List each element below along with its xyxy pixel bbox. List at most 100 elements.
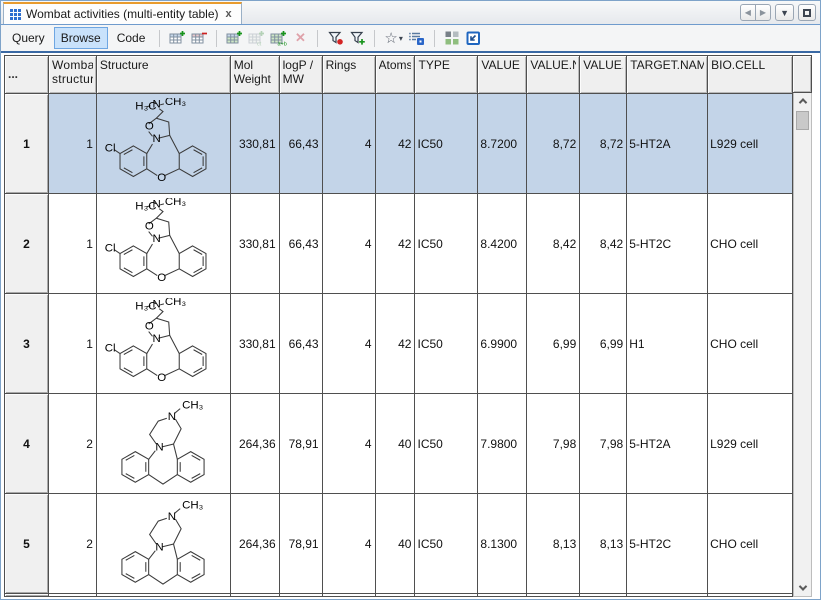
cell-logp-mw[interactable]: 78,91 [280, 394, 323, 494]
column-header-wombat-structures[interactable]: Wombat structures [49, 56, 97, 94]
cell-structure[interactable] [97, 94, 231, 194]
cell-mol-weight[interactable]: 330,81 [231, 194, 280, 294]
scrollbar-track[interactable] [793, 93, 812, 597]
cell-value-n[interactable]: 8,13 [527, 494, 580, 594]
scroll-tabs-left-icon[interactable]: ◀ [740, 4, 756, 21]
widgets-icon[interactable] [442, 28, 462, 48]
column-menu-button[interactable]: ... [5, 56, 49, 94]
cell-type[interactable]: IC50 [415, 394, 478, 494]
cell-value[interactable]: 7.9800 [478, 394, 527, 494]
row-header[interactable]: 3 [5, 294, 49, 394]
cell-rings[interactable]: 4 [323, 194, 376, 294]
cell-target-nam[interactable]: H1 [627, 294, 708, 394]
column-header-type[interactable]: TYPE [415, 56, 478, 94]
cell-target-nam[interactable]: 5-HT2C [627, 194, 708, 294]
cell-mol-weight[interactable]: 264,36 [231, 494, 280, 594]
cell-value-n[interactable]: 7,98 [527, 394, 580, 494]
cell-logp-mw[interactable]: 66,43 [280, 294, 323, 394]
cell-wombat-structures[interactable]: 1 [49, 294, 97, 394]
tab-list-dropdown-icon[interactable]: ▼ [775, 4, 794, 21]
column-header-value-n[interactable]: VALUE.N [527, 56, 580, 94]
column-header-atoms[interactable]: Atoms [376, 56, 416, 94]
insert-row-icon[interactable] [167, 28, 187, 48]
column-header-rings[interactable]: Rings [323, 56, 376, 94]
cell-bio-cell[interactable]: L929 cell [708, 94, 793, 194]
cell-target-nam[interactable]: 5-HT2C [627, 494, 708, 594]
cell-structure[interactable] [97, 394, 231, 494]
maximize-icon[interactable] [798, 4, 816, 21]
column-header-target-nam[interactable]: TARGET.NAM [627, 56, 708, 94]
browse-button[interactable]: Browse [54, 27, 108, 49]
column-header-value-2[interactable]: VALUE. [580, 56, 627, 94]
cell-atoms[interactable]: 42 [376, 294, 416, 394]
row-header[interactable]: 4 [5, 394, 49, 494]
export-icon[interactable] [464, 28, 484, 48]
cell-logp-mw[interactable]: 66,43 [280, 194, 323, 294]
cell-rings[interactable]: 4 [323, 294, 376, 394]
insert-detail-row-icon[interactable] [224, 28, 244, 48]
cell-bio-cell[interactable]: CHO cell [708, 494, 793, 594]
filter-red-dot-icon[interactable] [325, 28, 345, 48]
cell-value[interactable]: 8.1300 [478, 494, 527, 594]
cell-wombat-structures[interactable]: 1 [49, 194, 97, 294]
column-header-structure[interactable]: Structure [97, 56, 231, 94]
cell-mol-weight[interactable]: 264,36 [231, 394, 280, 494]
cell-mol-weight[interactable]: 330,81 [231, 294, 280, 394]
cell-atoms[interactable]: 42 [376, 194, 416, 294]
code-button[interactable]: Code [110, 27, 153, 49]
cell-atoms[interactable]: 40 [376, 494, 416, 594]
cell-bio-cell[interactable]: CHO cell [708, 294, 793, 394]
cell-value-2[interactable]: 7,98 [580, 394, 627, 494]
cell-type[interactable]: IC50 [415, 294, 478, 394]
cell-target-nam[interactable]: 5-HT2A [627, 94, 708, 194]
cell-atoms[interactable]: 40 [376, 394, 416, 494]
cell-bio-cell[interactable]: L929 cell [708, 394, 793, 494]
favorites-star-icon[interactable]: ☆▾ [382, 28, 404, 48]
cell-value-2[interactable]: 8,72 [580, 94, 627, 194]
scroll-down-icon[interactable] [794, 580, 811, 596]
tab-wombat-activities[interactable]: Wombat activities (multi-entity table) x [3, 2, 242, 24]
cell-type[interactable]: IC50 [415, 494, 478, 594]
list-save-icon[interactable] [407, 28, 427, 48]
cell-structure[interactable] [97, 194, 231, 294]
filter-add-icon[interactable] [347, 28, 367, 48]
scrollbar-thumb[interactable] [796, 111, 809, 130]
cell-atoms[interactable]: 42 [376, 94, 416, 194]
cell-bio-cell[interactable]: CHO cell [708, 194, 793, 294]
cell-type[interactable]: IC50 [415, 94, 478, 194]
cell-rings[interactable]: 4 [323, 494, 376, 594]
scroll-tabs-right-icon[interactable]: ▶ [755, 4, 771, 21]
row-header[interactable]: 1 [5, 94, 49, 194]
row-header[interactable]: 5 [5, 494, 49, 594]
tab-close-icon[interactable]: x [224, 9, 234, 20]
cell-target-nam[interactable]: 5-HT2A [627, 394, 708, 494]
cell-wombat-structures[interactable]: 2 [49, 394, 97, 494]
column-header-mol-weight[interactable]: Mol Weight [231, 56, 280, 94]
cell-value-2[interactable]: 6,99 [580, 294, 627, 394]
query-button[interactable]: Query [5, 27, 52, 49]
column-header-value[interactable]: VALUE [478, 56, 527, 94]
column-header-logp-mw[interactable]: logP / MW [280, 56, 323, 94]
delete-selected-icon[interactable]: ✕ [290, 28, 310, 48]
cell-structure[interactable] [97, 294, 231, 394]
scroll-up-icon[interactable] [794, 93, 811, 109]
cell-logp-mw[interactable]: 78,91 [280, 494, 323, 594]
insert-ct-row-icon[interactable]: ct [246, 28, 266, 48]
cell-value-2[interactable]: 8,13 [580, 494, 627, 594]
cell-mol-weight[interactable]: 330,81 [231, 94, 280, 194]
insert-ab-row-icon[interactable]: a+b [268, 28, 288, 48]
cell-value[interactable]: 6.9900 [478, 294, 527, 394]
cell-logp-mw[interactable]: 66,43 [280, 94, 323, 194]
cell-type[interactable]: IC50 [415, 194, 478, 294]
cell-value-n[interactable]: 6,99 [527, 294, 580, 394]
cell-value[interactable]: 8.7200 [478, 94, 527, 194]
cell-value[interactable]: 8.4200 [478, 194, 527, 294]
cell-value-2[interactable]: 8,42 [580, 194, 627, 294]
cell-wombat-structures[interactable]: 1 [49, 94, 97, 194]
column-header-bio-cell[interactable]: BIO.CELL [708, 56, 793, 94]
cell-rings[interactable]: 4 [323, 394, 376, 494]
cell-rings[interactable]: 4 [323, 94, 376, 194]
cell-value-n[interactable]: 8,72 [527, 94, 580, 194]
cell-value-n[interactable]: 8,42 [527, 194, 580, 294]
cell-structure[interactable] [97, 494, 231, 594]
